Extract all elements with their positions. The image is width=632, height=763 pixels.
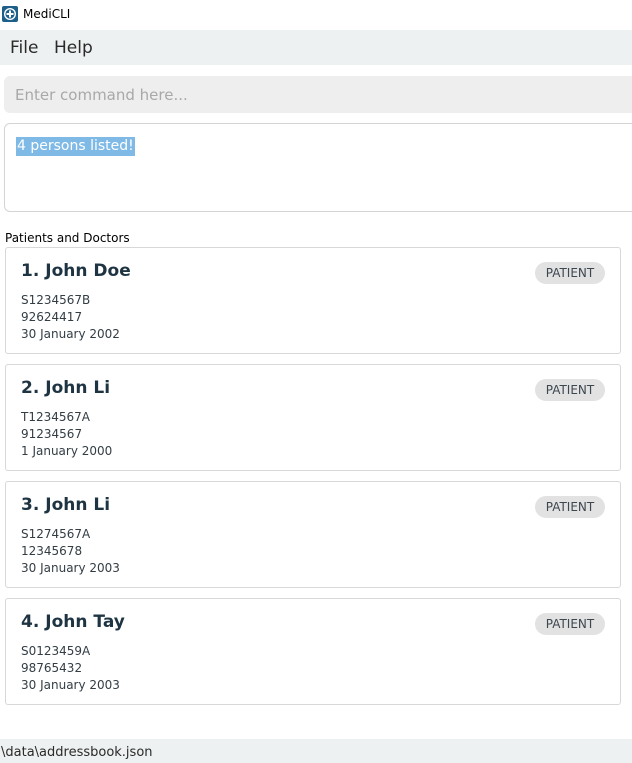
person-card[interactable]: 2. John Li PATIENT T1234567A 91234567 1 J… (5, 364, 621, 471)
person-type-badge: PATIENT (535, 379, 605, 401)
person-card[interactable]: 3. John Li PATIENT S1274567A 12345678 30 … (5, 481, 621, 588)
menu-file[interactable]: File (10, 38, 38, 58)
person-index: 2. (21, 378, 40, 398)
person-phone: 91234567 (21, 427, 83, 441)
window-title: MediCLI (23, 7, 71, 21)
person-nric: S0123459A (21, 644, 91, 658)
result-message: 4 persons listed! (16, 137, 135, 156)
person-nric: S1274567A (21, 527, 91, 541)
status-file-path: \data\addressbook.json (1, 745, 153, 760)
person-name: 4. John Tay (21, 612, 125, 632)
person-name: 3. John Li (21, 495, 110, 515)
person-name-text: John Li (45, 378, 111, 398)
person-name-text: John Doe (45, 261, 131, 281)
list-label: Patients and Doctors (5, 231, 130, 245)
person-dob: 1 January 2000 (21, 444, 113, 458)
person-card[interactable]: 1. John Doe PATIENT S1234567B 92624417 30… (5, 247, 621, 354)
person-name-text: John Tay (45, 612, 125, 632)
person-dob: 30 January 2003 (21, 561, 120, 575)
title-bar: MediCLI (0, 0, 632, 30)
person-nric: S1234567B (21, 293, 91, 307)
person-index: 1. (21, 261, 40, 281)
person-phone: 92624417 (21, 310, 83, 324)
app-window: MediCLI File Help 4 persons listed! Pati… (0, 0, 632, 763)
person-card[interactable]: 4. John Tay PATIENT S0123459A 98765432 30… (5, 598, 621, 705)
person-type-badge: PATIENT (535, 262, 605, 284)
command-input[interactable] (4, 76, 632, 113)
result-display[interactable]: 4 persons listed! (4, 123, 632, 212)
person-name: 1. John Doe (21, 261, 131, 281)
person-index: 3. (21, 495, 40, 515)
person-name: 2. John Li (21, 378, 110, 398)
person-dob: 30 January 2003 (21, 678, 120, 692)
menu-bar: File Help (0, 30, 632, 65)
command-box (4, 76, 632, 113)
person-nric: T1234567A (21, 410, 90, 424)
person-type-badge: PATIENT (535, 613, 605, 635)
person-phone: 98765432 (21, 661, 83, 675)
person-dob: 30 January 2002 (21, 327, 120, 341)
person-type-badge: PATIENT (535, 496, 605, 518)
person-name-text: John Li (45, 495, 111, 515)
menu-help[interactable]: Help (54, 38, 93, 58)
person-phone: 12345678 (21, 544, 83, 558)
status-bar: \data\addressbook.json (0, 739, 632, 763)
person-index: 4. (21, 612, 40, 632)
medical-cross-icon (2, 6, 18, 22)
